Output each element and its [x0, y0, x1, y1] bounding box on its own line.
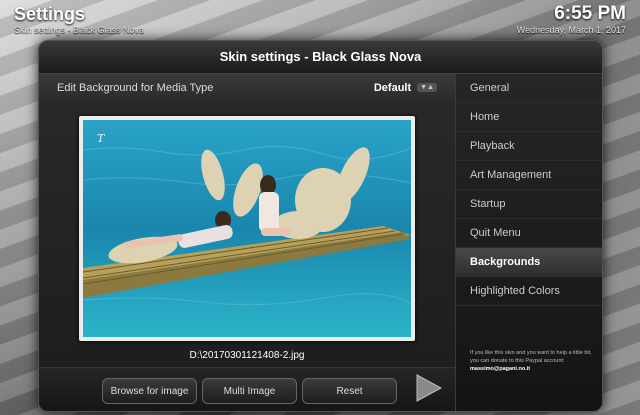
media-type-value-wrapper[interactable]: Default ▼▲	[374, 82, 437, 94]
preview-image: T	[83, 120, 411, 337]
menu-item-playback[interactable]: Playback	[456, 132, 602, 161]
settings-pane: Edit Background for Media Type Default ▼…	[39, 74, 455, 411]
background-preview: T	[79, 116, 415, 341]
media-type-option[interactable]: Edit Background for Media Type Default ▼…	[39, 74, 455, 102]
donate-text: If you like this skin and you want to he…	[470, 350, 592, 364]
media-type-label: Edit Background for Media Type	[57, 81, 214, 94]
window-subtitle: Skin settings - Black Glass Nova	[14, 25, 145, 35]
next-arrow-icon[interactable]	[413, 371, 445, 405]
dialog-title: Skin settings - Black Glass Nova	[39, 41, 602, 74]
media-type-value: Default	[373, 81, 412, 94]
menu-item-startup[interactable]: Startup	[456, 190, 602, 219]
menu-item-home[interactable]: Home	[456, 103, 602, 132]
menu-item-art-management[interactable]: Art Management	[456, 161, 602, 190]
donate-note: If you like this skin and you want to he…	[470, 349, 598, 373]
settings-category-menu: General Home Playback Art Management Sta…	[455, 74, 602, 411]
browse-for-image-button[interactable]: Browse for image	[102, 378, 197, 404]
multi-image-button[interactable]: Multi Image	[202, 378, 297, 404]
clock: 6:55 PM	[554, 3, 626, 24]
reset-button[interactable]: Reset	[302, 378, 397, 404]
menu-item-quit-menu[interactable]: Quit Menu	[456, 219, 602, 248]
donate-email: massimo@pagani.no.it	[470, 366, 531, 372]
action-bar: Browse for image Multi Image Reset	[39, 367, 455, 411]
menu-item-general[interactable]: General	[456, 74, 602, 103]
image-file-path: D:\20170301121408-2.jpg	[189, 350, 305, 361]
menu-item-backgrounds[interactable]: Backgrounds	[456, 248, 602, 277]
menu-item-highlighted-colors[interactable]: Highlighted Colors	[456, 277, 602, 306]
skin-settings-dialog: Skin settings - Black Glass Nova Edit Ba…	[38, 40, 603, 412]
window-title: Settings	[14, 4, 86, 24]
date: Wednesday, March 1, 2017	[516, 25, 626, 35]
spin-arrows-icon[interactable]: ▼▲	[417, 83, 437, 92]
